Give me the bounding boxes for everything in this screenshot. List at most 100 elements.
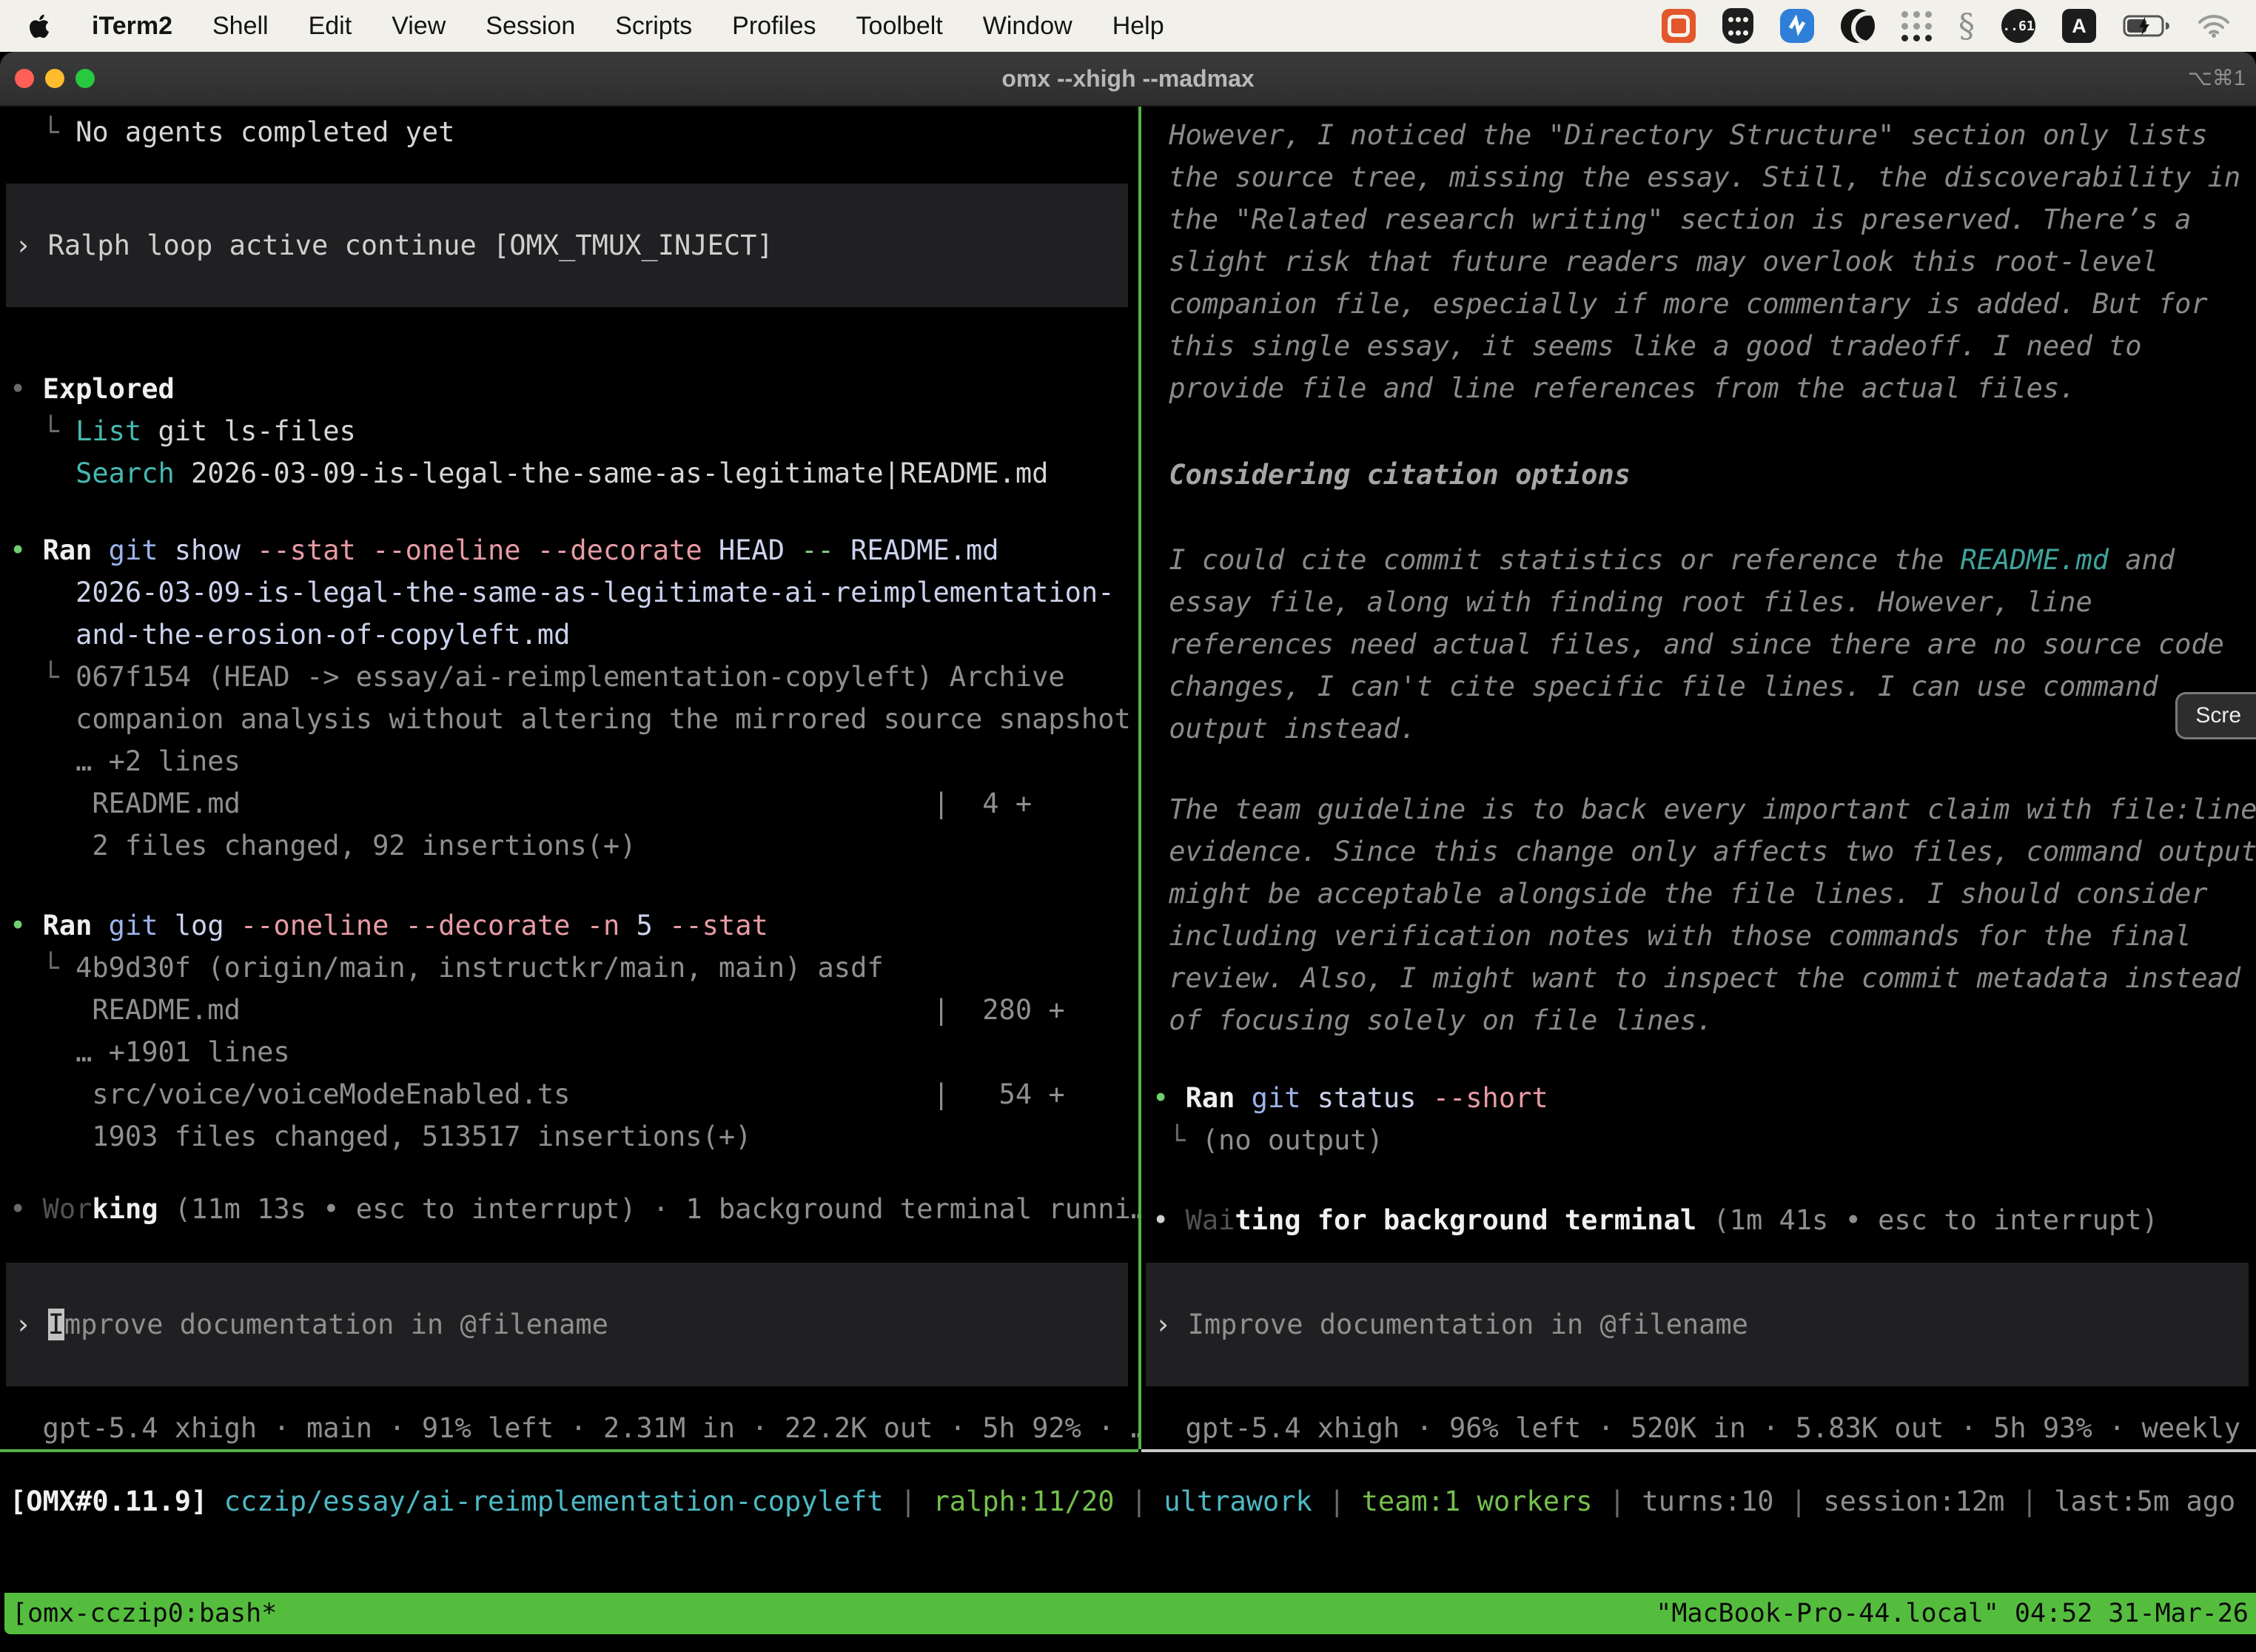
- reasoning-paragraph-2: I could cite commit statistics or refere…: [1152, 539, 2256, 750]
- terminal-area: └ No agents completed yet › Ralph loop a…: [0, 107, 2256, 1652]
- terminal-line: [OMX#0.11.9] cczip/essay/ai-reimplementa…: [10, 1480, 2235, 1522]
- terminal-line: of focusing solely on file lines.: [1152, 999, 2256, 1041]
- left-pane-bottom-border: [0, 1449, 1138, 1452]
- menu-item-edit[interactable]: Edit: [309, 12, 352, 41]
- wifi-icon[interactable]: [2197, 13, 2231, 38]
- working-status-line: • Working (11m 13s • esc to interrupt) ·…: [10, 1188, 1138, 1230]
- terminal-line: • Waiting for background terminal (1m 41…: [1152, 1199, 2256, 1241]
- terminal-line: companion analysis without altering the …: [10, 698, 1138, 740]
- reasoning-paragraph-3: The team guideline is to back every impo…: [1152, 788, 2256, 1041]
- menu-item-window[interactable]: Window: [983, 12, 1072, 41]
- git-show-block: • Ran git show --stat --oneline --decora…: [10, 529, 1138, 867]
- terminal-line: slight risk that future readers may over…: [1152, 241, 2256, 283]
- terminal-line: README.md | 4 +: [10, 782, 1138, 825]
- prompt-input-box[interactable]: › Improve documentation in @filename: [6, 1263, 1128, 1386]
- blue-badge-icon[interactable]: [1780, 9, 1814, 43]
- terminal-line: gpt-5.4 xhigh · 96% left · 520K in · 5.8…: [1152, 1407, 2256, 1449]
- model-status-line: gpt-5.4 xhigh · 96% left · 520K in · 5.8…: [1152, 1407, 2256, 1449]
- traffic-lights: [15, 69, 95, 88]
- terminal-line: Considering citation options: [1152, 454, 2256, 496]
- reasoning-heading: Considering citation options: [1152, 454, 2256, 496]
- terminal-line: └ No agents completed yet: [10, 111, 1138, 153]
- zoom-button[interactable]: [75, 69, 95, 88]
- waiting-status-line: • Waiting for background terminal (1m 41…: [1152, 1199, 2256, 1241]
- a-key-icon[interactable]: A: [2062, 9, 2096, 43]
- squiggle-icon[interactable]: §: [1958, 7, 1975, 45]
- right-terminal-pane[interactable]: However, I noticed the "Directory Struct…: [1141, 107, 2256, 1652]
- battery-icon[interactable]: [2123, 14, 2170, 38]
- tmux-status-bar: [omx-cczip0:bash* "MacBook-Pro-44.local"…: [4, 1593, 2256, 1634]
- terminal-line: I could cite commit statistics or refere…: [1152, 539, 2256, 581]
- terminal-line: gpt-5.4 xhigh · main · 91% left · 2.31M …: [10, 1407, 1138, 1449]
- menu-status-icons: § ..61 A: [1662, 7, 2231, 45]
- terminal-line: • Explored: [10, 368, 1138, 410]
- left-terminal-pane[interactable]: └ No agents completed yet › Ralph loop a…: [0, 107, 1138, 1652]
- terminal-line: • Ran git show --stat --oneline --decora…: [10, 529, 1138, 571]
- terminal-line: However, I noticed the "Directory Struct…: [1152, 114, 2256, 156]
- iterm2-window: omx --xhigh --madmax ⌥⌘1 └ No agents com…: [0, 52, 2256, 1652]
- terminal-line: provide file and line references from th…: [1152, 367, 2256, 409]
- terminal-line: • Ran git status --short: [1152, 1077, 2256, 1119]
- shield-grid-icon[interactable]: [1722, 8, 1753, 44]
- window-titlebar[interactable]: omx --xhigh --madmax ⌥⌘1: [0, 52, 2256, 107]
- model-status-line: gpt-5.4 xhigh · main · 91% left · 2.31M …: [10, 1407, 1138, 1449]
- tmux-session-label[interactable]: [omx-cczip0:bash*: [12, 1599, 277, 1628]
- terminal-line: changes, I can't cite specific file line…: [1152, 665, 2256, 708]
- prompt-input-box[interactable]: › Improve documentation in @filename: [1146, 1263, 2249, 1386]
- terminal-line: › Improve documentation in @filename: [1155, 1303, 2249, 1346]
- terminal-line: └ 067f154 (HEAD -> essay/ai-reimplementa…: [10, 656, 1138, 698]
- menu-item-iterm2[interactable]: iTerm2: [92, 12, 172, 41]
- terminal-line: src/voice/voiceModeEnabled.ts | 54 +: [10, 1073, 1138, 1115]
- chat-app-icon[interactable]: [1662, 9, 1696, 43]
- terminal-line: … +1901 lines: [10, 1031, 1138, 1073]
- screen-overlay-button[interactable]: Scre: [2175, 692, 2256, 739]
- tmux-host-clock: "MacBook-Pro-44.local" 04:52 31-Mar-26: [1656, 1599, 2249, 1628]
- terminal-line: output instead.: [1152, 708, 2256, 750]
- window-shortcut-badge: ⌥⌘1: [2187, 52, 2246, 105]
- terminal-line: companion file, especially if more comme…: [1152, 283, 2256, 325]
- menu-items: iTerm2 Shell Edit View Session Scripts Profile…: [92, 12, 1164, 41]
- no-output-line: └ (no output): [1152, 1119, 2256, 1161]
- terminal-line: 2026-03-09-is-legal-the-same-as-legitima…: [10, 571, 1138, 614]
- right-pane-bottom-border: [1141, 1449, 2256, 1452]
- terminal-line: essay file, along with finding root file…: [1152, 581, 2256, 623]
- close-button[interactable]: [15, 69, 34, 88]
- pane-divider[interactable]: [1138, 107, 1141, 1449]
- reasoning-paragraph-1: However, I noticed the "Directory Struct…: [1152, 114, 2256, 409]
- git-log-block: • Ran git log --oneline --decorate -n 5 …: [10, 904, 1138, 1158]
- terminal-line: review. Also, I might want to inspect th…: [1152, 957, 2256, 999]
- terminal-line: this single essay, it seems like a good …: [1152, 325, 2256, 367]
- no-agents-line: └ No agents completed yet: [10, 111, 1138, 153]
- terminal-line: The team guideline is to back every impo…: [1152, 788, 2256, 830]
- terminal-line: and-the-erosion-of-copyleft.md: [10, 614, 1138, 656]
- apple-icon[interactable]: [25, 10, 55, 42]
- terminal-line: evidence. Since this change only affects…: [1152, 830, 2256, 873]
- terminal-line: the source tree, missing the essay. Stil…: [1152, 156, 2256, 198]
- terminal-line: › Ralph loop active continue [OMX_TMUX_I…: [15, 224, 1128, 266]
- badge-61-icon[interactable]: ..61: [2001, 9, 2035, 43]
- terminal-line: 2 files changed, 92 insertions(+): [10, 825, 1138, 867]
- terminal-line: references need actual files, and since …: [1152, 623, 2256, 665]
- menu-item-shell[interactable]: Shell: [212, 12, 269, 41]
- contrast-circle-icon[interactable]: [1841, 9, 1875, 43]
- dots-grid-icon[interactable]: [1901, 11, 1932, 41]
- terminal-line: • Working (11m 13s • esc to interrupt) ·…: [10, 1188, 1138, 1230]
- menu-item-help[interactable]: Help: [1112, 12, 1164, 41]
- explored-block: • Explored └ List git ls-files Search 20…: [10, 368, 1138, 494]
- menu-item-session[interactable]: Session: [486, 12, 575, 41]
- menu-item-scripts[interactable]: Scripts: [615, 12, 692, 41]
- terminal-line: including verification notes with those …: [1152, 915, 2256, 957]
- window-title: omx --xhigh --madmax: [0, 52, 2256, 105]
- terminal-line: └ 4b9d30f (origin/main, instructkr/main,…: [10, 947, 1138, 989]
- terminal-line: › Improve documentation in @filename: [15, 1303, 1128, 1346]
- terminal-line: └ List git ls-files: [10, 410, 1138, 452]
- terminal-line: README.md | 280 +: [10, 989, 1138, 1031]
- terminal-line: … +2 lines: [10, 740, 1138, 782]
- menu-item-view[interactable]: View: [392, 12, 446, 41]
- ralph-loop-box: › Ralph loop active continue [OMX_TMUX_I…: [6, 184, 1128, 307]
- terminal-line: Search 2026-03-09-is-legal-the-same-as-l…: [10, 452, 1138, 494]
- menu-item-toolbelt[interactable]: Toolbelt: [856, 12, 943, 41]
- minimize-button[interactable]: [45, 69, 64, 88]
- menu-item-profiles[interactable]: Profiles: [732, 12, 816, 41]
- terminal-line: └ (no output): [1152, 1119, 2256, 1161]
